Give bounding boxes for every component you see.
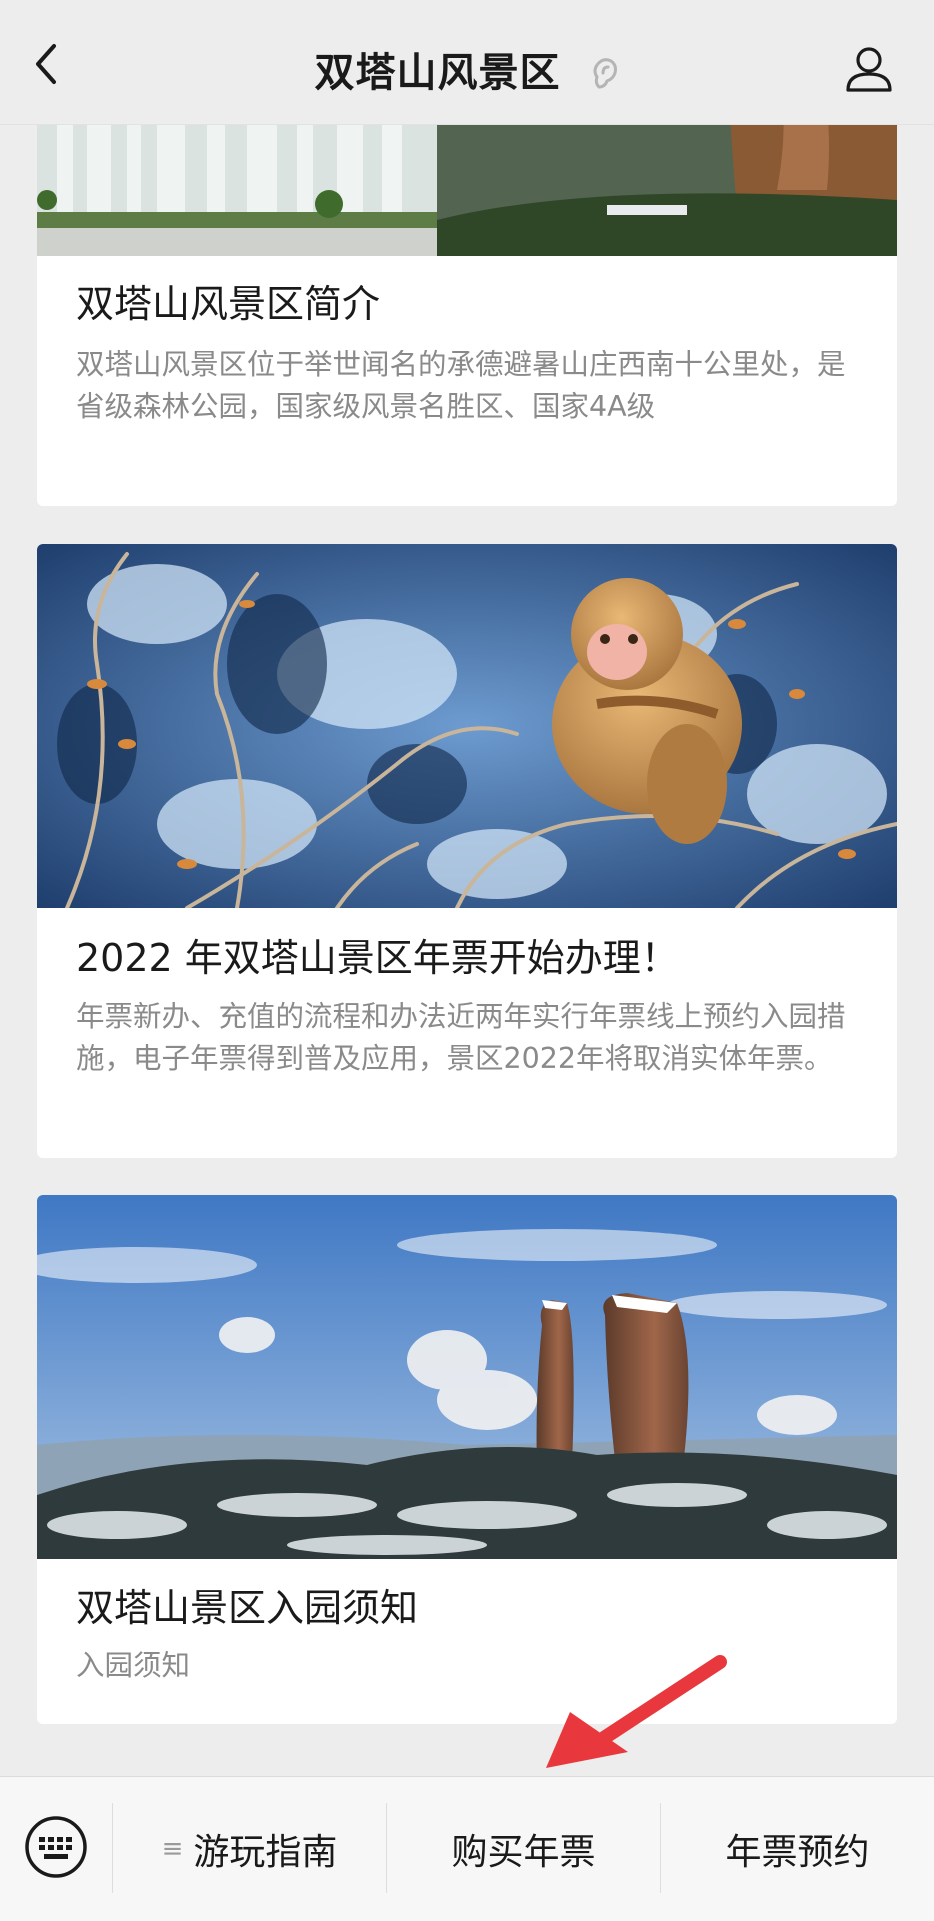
bottom-menu-bar: ≡ 游玩指南 购买年票 年票预约 [0,1776,934,1921]
article-summary: 双塔山风景区位于举世闻名的承德避暑山庄西南十公里处，是省级森林公园，国家级风景名… [76,348,846,423]
menu-item-buy-annual-pass[interactable]: 购买年票 [387,1777,660,1921]
article-summary: 年票新办、充值的流程和办法近两年实行年票线上预约入园措施，电子年票得到普及应用，… [76,1000,846,1075]
article-card-entry-notice[interactable]: 双塔山景区入园须知 入园须知 [37,1195,897,1724]
person-icon[interactable] [844,44,894,94]
menu-item-label: 年票预约 [725,1832,870,1873]
twin-tower-mountain-image [37,1195,897,1559]
article-title: 双塔山景区入园须知 [76,1586,419,1630]
keyboard-icon[interactable] [24,1815,88,1879]
article-card-annual-pass[interactable]: 2022 年双塔山景区年票开始办理！ 年票新办、充值的流程和办法近两年实行年票线… [37,544,897,1158]
menu-item-travel-guide[interactable]: ≡ 游玩指南 [113,1777,386,1921]
page-title: 双塔山风景区 [314,50,561,96]
title-bar: 双塔山风景区 [0,0,934,125]
menu-item-label: 购买年票 [451,1832,596,1873]
article-title: 2022 年双塔山景区年票开始办理！ [76,936,679,980]
article-summary: 入园须知 [76,1649,191,1682]
submenu-lines-icon: ≡ [161,1834,184,1864]
article-feed[interactable]: 双塔山风景区简介 双塔山风景区位于举世闻名的承德避暑山庄西南十公里处，是省级森林… [0,0,934,1776]
ear-icon[interactable] [591,57,619,93]
monkey-snow-image [37,544,897,908]
menu-item-pass-reservation[interactable]: 年票预约 [661,1777,934,1921]
menu-item-label: 游玩指南 [193,1832,338,1873]
article-title: 双塔山风景区简介 [76,282,381,326]
red-arrow-annotation [546,1655,727,1768]
